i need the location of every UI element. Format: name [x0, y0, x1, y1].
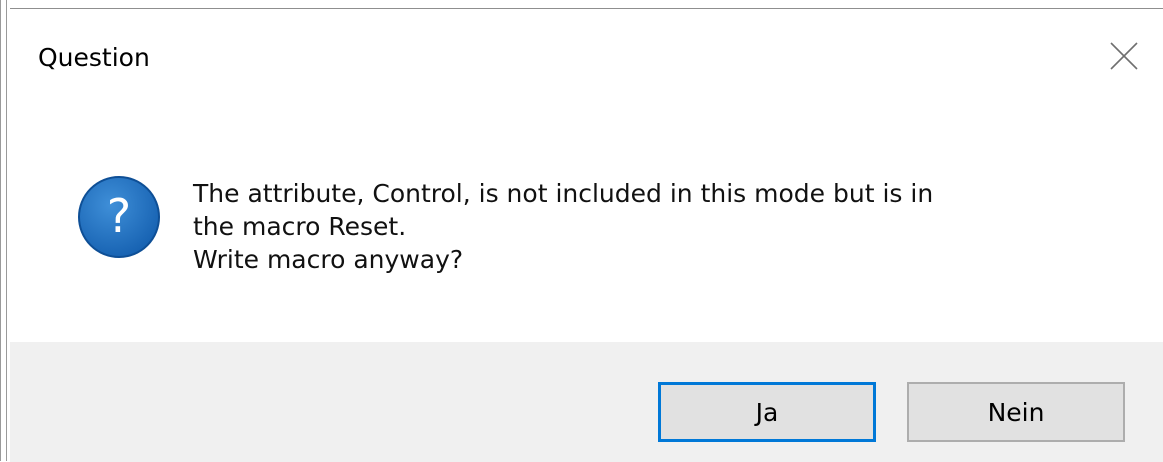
window-edge: [0, 0, 7, 461]
dialog-message: The attribute, Control, is not included …: [193, 177, 1123, 276]
close-button[interactable]: [1103, 35, 1145, 77]
dialog-title: Question: [38, 43, 150, 72]
yes-button[interactable]: Ja: [658, 382, 876, 442]
close-icon: [1110, 42, 1138, 70]
question-icon: ?: [76, 174, 162, 260]
dialog-footer: Ja Nein: [10, 342, 1163, 462]
question-dialog: Question ? The attribute, Control, is no…: [10, 8, 1163, 462]
message-line: Write macro anyway?: [193, 245, 464, 274]
svg-text:?: ?: [107, 189, 131, 243]
no-button[interactable]: Nein: [907, 382, 1125, 442]
message-line: the macro Reset.: [193, 212, 407, 241]
message-line: The attribute, Control, is not included …: [193, 179, 934, 208]
dialog-content: ? The attribute, Control, is not include…: [10, 119, 1163, 344]
screen: Question ? The attribute, Control, is no…: [0, 0, 1163, 462]
